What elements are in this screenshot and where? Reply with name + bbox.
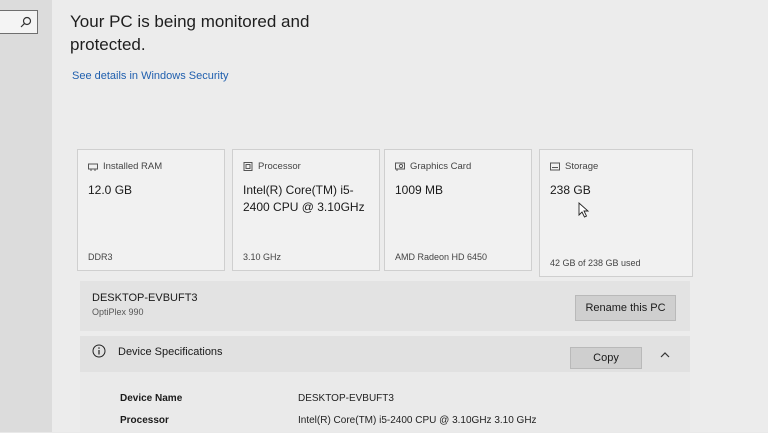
spec-row: Processor Intel(R) Core(TM) i5-2400 CPU … (80, 415, 690, 433)
card-graphics: Graphics Card 1009 MB AMD Radeon HD 6450 (384, 149, 532, 271)
protection-status-heading: Your PC is being monitored and protected… (70, 12, 310, 54)
info-icon (92, 344, 106, 358)
card-footer: AMD Radeon HD 6450 (395, 252, 488, 262)
spec-value: DESKTOP-EVBUFT3 (298, 393, 394, 404)
card-title: Storage (565, 161, 599, 172)
card-processor: Processor Intel(R) Core(TM) i5-2400 CPU … (232, 149, 380, 271)
search-icon[interactable] (19, 15, 33, 29)
device-specifications-section: Device Specifications Copy Device Name D… (80, 336, 690, 432)
processor-icon (243, 162, 253, 171)
card-value: 1009 MB (395, 183, 444, 197)
mouse-cursor-icon (578, 202, 590, 218)
card-title: Graphics Card (410, 161, 472, 172)
card-value: 12.0 GB (88, 183, 133, 197)
card-footer: 42 GB of 238 GB used (550, 258, 641, 268)
ram-icon (88, 163, 98, 171)
card-title: Processor (258, 161, 301, 172)
windows-security-link[interactable]: See details in Windows Security (72, 70, 229, 82)
spec-row: Device Name DESKTOP-EVBUFT3 (80, 393, 690, 411)
graphics-card-icon (395, 162, 405, 171)
card-footer: DDR3 (88, 252, 113, 262)
spec-key: Processor (120, 415, 169, 426)
rename-pc-button[interactable]: Rename this PC (575, 295, 676, 321)
card-storage: Storage 238 GB 42 GB of 238 GB used (539, 149, 693, 277)
pc-name: DESKTOP-EVBUFT3 (92, 292, 198, 304)
card-footer: 3.10 GHz (243, 252, 282, 262)
card-value: 238 GB (550, 183, 591, 197)
chevron-up-icon[interactable] (658, 348, 672, 362)
specifications-title: Device Specifications (118, 346, 223, 358)
search-input[interactable] (0, 10, 38, 34)
sidebar (0, 0, 52, 432)
card-value: Intel(R) Core(TM) i5-2400 CPU @ 3.10GHz (243, 183, 365, 214)
device-specifications-header[interactable]: Device Specifications Copy (80, 336, 690, 372)
pc-name-section: DESKTOP-EVBUFT3 OptiPlex 990 Rename this… (80, 281, 690, 331)
card-title: Installed RAM (103, 161, 163, 172)
pc-model: OptiPlex 990 (92, 307, 144, 317)
storage-icon (550, 162, 560, 171)
card-installed-ram: Installed RAM 12.0 GB DDR3 (77, 149, 225, 271)
about-page: Your PC is being monitored and protected… (52, 0, 768, 432)
spec-value: Intel(R) Core(TM) i5-2400 CPU @ 3.10GHz … (298, 415, 537, 426)
copy-button[interactable]: Copy (570, 347, 642, 369)
spec-key: Device Name (120, 393, 183, 404)
